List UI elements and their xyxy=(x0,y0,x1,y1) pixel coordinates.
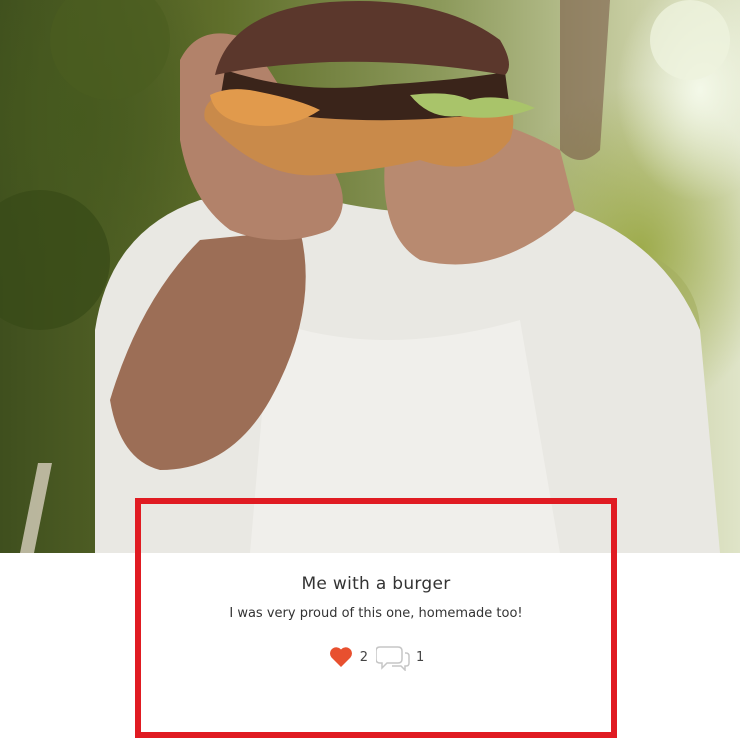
post-description: I was very proud of this one, homemade t… xyxy=(229,606,523,621)
post-stats: 2 1 xyxy=(141,643,611,671)
like-button[interactable]: 2 xyxy=(328,645,368,669)
post-title: Me with a burger xyxy=(301,574,451,594)
post-photo-illustration xyxy=(0,0,730,553)
comment-count: 1 xyxy=(416,649,425,665)
comment-button[interactable]: 1 xyxy=(376,643,424,671)
post-caption: Me with a burger I was very proud of thi… xyxy=(141,553,611,671)
heart-icon xyxy=(328,645,354,669)
post-photo[interactable] xyxy=(0,0,740,553)
comment-bubbles-icon xyxy=(376,643,410,671)
like-count: 2 xyxy=(359,649,368,665)
